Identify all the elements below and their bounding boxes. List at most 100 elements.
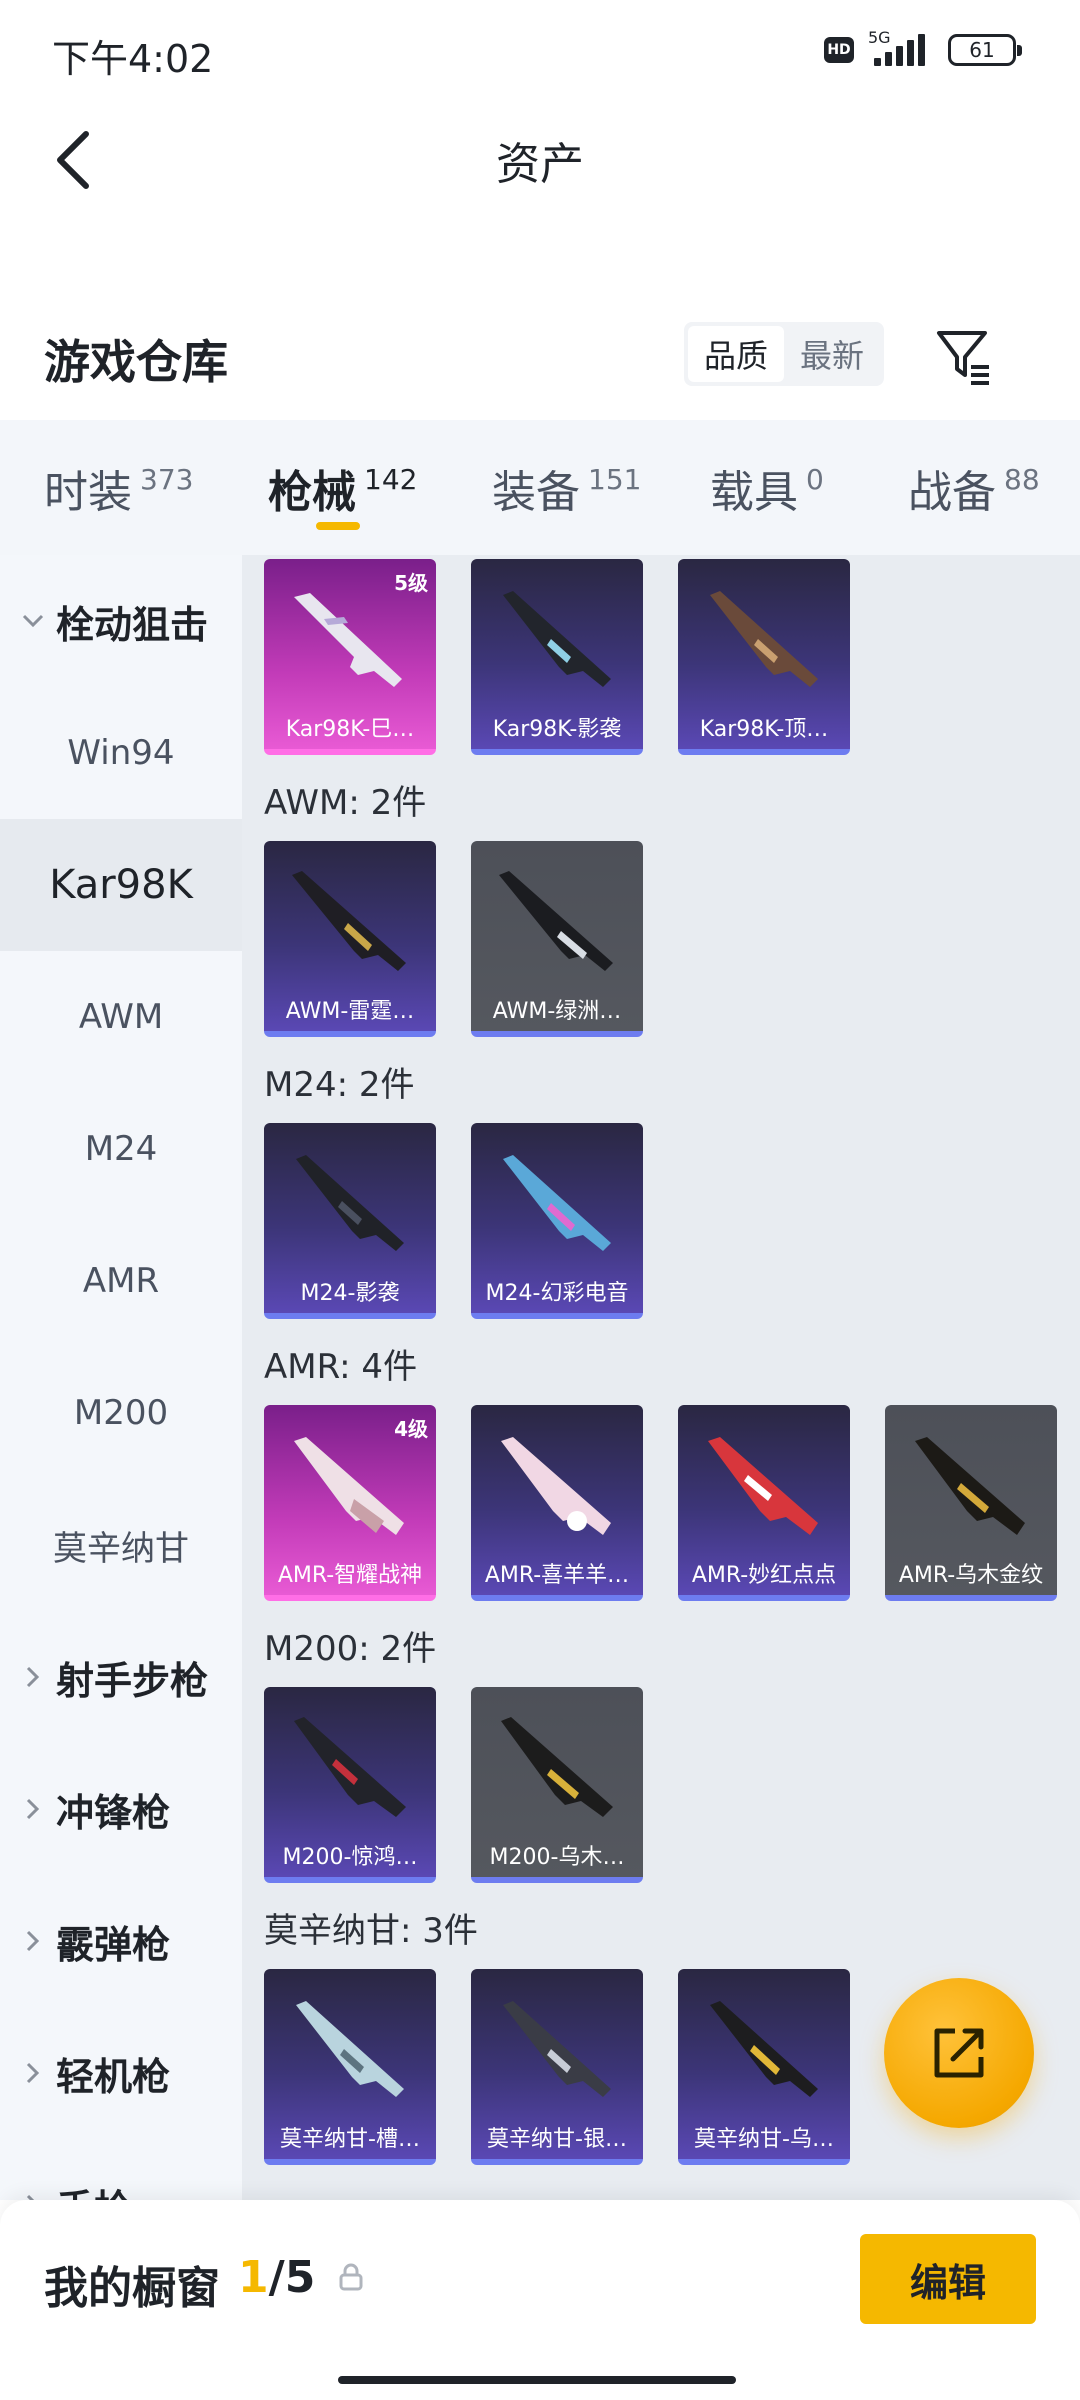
- sort-option-quality[interactable]: 品质: [688, 326, 784, 382]
- rifle-icon: [915, 1437, 1025, 1535]
- filter-button[interactable]: [928, 320, 998, 390]
- tab-label: 装备: [492, 466, 580, 518]
- signal-icon: 5G: [866, 28, 936, 70]
- item-card[interactable]: Kar98K-顶…: [678, 559, 850, 755]
- item-card[interactable]: AWM-绿洲…: [471, 841, 643, 1037]
- sidebar-item-win94[interactable]: Win94: [0, 687, 242, 819]
- item-card[interactable]: AWM-雷霆…: [264, 841, 436, 1037]
- tab-label: 时装: [44, 466, 132, 518]
- chevron-right-icon: [16, 1660, 50, 1694]
- showcase-count-total: /5: [268, 2252, 316, 2303]
- tab-fashion[interactable]: 时装 373: [44, 420, 193, 555]
- item-card[interactable]: AMR-喜羊羊…: [471, 1405, 643, 1601]
- rifle-icon: [294, 1717, 406, 1817]
- rifle-icon: [710, 2001, 818, 2097]
- rifle-icon: [292, 871, 406, 971]
- item-card[interactable]: M200-乌木…: [471, 1687, 643, 1883]
- chevron-right-icon: [16, 1792, 50, 1826]
- rifle-icon: [503, 2001, 611, 2097]
- status-time: 下午4:02: [52, 37, 214, 81]
- sidebar-category-pistol[interactable]: 手枪: [0, 2139, 242, 2200]
- tab-firearms[interactable]: 枪械 142: [268, 420, 417, 555]
- chevron-right-icon: [16, 1924, 50, 1958]
- top-nav: 资产: [0, 100, 1080, 220]
- sidebar-item-kar98k[interactable]: Kar98K: [0, 819, 242, 951]
- item-name: Kar98K-巳…: [285, 717, 415, 742]
- battery-icon: 61: [948, 34, 1022, 66]
- chevron-right-icon: [16, 2056, 50, 2090]
- tab-equipment[interactable]: 装备 151: [492, 420, 641, 555]
- sidebar-category-label: 栓动狙击: [56, 602, 209, 647]
- item-card[interactable]: AMR-妙红点点: [678, 1405, 850, 1601]
- showcase-count: 1/5: [238, 2252, 315, 2303]
- level-badge: 5级: [394, 571, 428, 595]
- hd-icon: HD: [824, 37, 854, 63]
- item-name: Kar98K-影袭: [492, 717, 622, 742]
- item-card[interactable]: 莫辛纳甘-槽…: [264, 1969, 436, 2165]
- item-name: M24-幻彩电音: [485, 1281, 629, 1306]
- edit-button[interactable]: 编辑: [860, 2234, 1036, 2324]
- sidebar-item-awm[interactable]: AWM: [0, 951, 242, 1083]
- item-name: 莫辛纳甘-银…: [487, 2127, 627, 2152]
- item-name: 莫辛纳甘-乌…: [694, 2127, 834, 2152]
- tab-label: 载具: [710, 466, 798, 518]
- sidebar-item-amr[interactable]: AMR: [0, 1215, 242, 1347]
- item-name: Kar98K-顶…: [699, 717, 829, 742]
- sidebar-item-m200[interactable]: M200: [0, 1347, 242, 1479]
- sidebar-category-marksman-rifle[interactable]: 射手步枪: [0, 1611, 242, 1743]
- group-label: M200: 2件: [264, 1629, 437, 1669]
- item-name: M200-惊鸿…: [282, 1845, 418, 1870]
- sidebar-category-label: 射手步枪: [56, 1658, 209, 1703]
- showcase-title: 我的橱窗: [44, 2263, 220, 2314]
- category-tabs: 时装 373 枪械 142 装备 151 载具 0 战备 88: [0, 420, 1080, 555]
- level-badge: 4级: [394, 1417, 428, 1441]
- sidebar-category-label: 霰弹枪: [56, 1922, 171, 1967]
- item-card[interactable]: M200-惊鸿…: [264, 1687, 436, 1883]
- rifle-icon: [710, 591, 818, 687]
- sidebar: 栓动狙击 Win94 Kar98K AWM M24 AMR M200 莫辛纳甘 …: [0, 555, 242, 2200]
- tab-count: 0: [806, 463, 824, 496]
- sidebar-category-shotgun[interactable]: 霰弹枪: [0, 1875, 242, 2007]
- item-card[interactable]: M24-影袭: [264, 1123, 436, 1319]
- sort-toggle: 品质 最新: [684, 322, 884, 386]
- item-name: AMR-喜羊羊…: [484, 1563, 630, 1588]
- tab-label: 战备: [908, 466, 996, 518]
- active-tab-indicator: [316, 522, 360, 530]
- share-fab-button[interactable]: [884, 1978, 1034, 2128]
- showcase-bar: 我的橱窗 1/5 编辑: [0, 2200, 1080, 2400]
- item-card[interactable]: 5级 Kar98K-巳…: [264, 559, 436, 755]
- group-label: AWM: 2件: [264, 783, 427, 823]
- sidebar-category-smg[interactable]: 冲锋枪: [0, 1743, 242, 1875]
- item-card[interactable]: 4级 AMR-智耀战神: [264, 1405, 436, 1601]
- tab-vehicles[interactable]: 载具 0: [710, 420, 824, 555]
- item-name: AMR-妙红点点: [691, 1563, 837, 1588]
- tab-gear[interactable]: 战备 88: [908, 420, 1040, 555]
- home-indicator[interactable]: [338, 2376, 736, 2384]
- lock-icon: [339, 2263, 363, 2291]
- sidebar-category-lmg[interactable]: 轻机枪: [0, 2007, 242, 2139]
- chevron-down-icon: [16, 604, 50, 638]
- section-header: 游戏仓库 品质 最新: [0, 300, 1080, 420]
- item-name: AMR-乌木金纹: [898, 1563, 1044, 1588]
- sidebar-category-bolt-action[interactable]: 栓动狙击: [0, 555, 242, 687]
- item-card[interactable]: 莫辛纳甘-银…: [471, 1969, 643, 2165]
- rifle-icon: [501, 1437, 611, 1535]
- tab-count: 373: [140, 463, 194, 496]
- item-card[interactable]: AMR-乌木金纹: [885, 1405, 1057, 1601]
- group-label: AMR: 4件: [264, 1347, 418, 1387]
- item-card[interactable]: 莫辛纳甘-乌…: [678, 1969, 850, 2165]
- sidebar-category-label: 手枪: [56, 2178, 132, 2201]
- rifle-icon: [294, 1437, 404, 1535]
- status-icons: HD 5G 61: [824, 28, 1022, 70]
- sidebar-item-m24[interactable]: M24: [0, 1083, 242, 1215]
- sidebar-item-mosin-nagant[interactable]: 莫辛纳甘: [0, 1479, 242, 1611]
- sort-option-newest[interactable]: 最新: [784, 326, 880, 382]
- sidebar-category-label: 轻机枪: [56, 2054, 171, 2099]
- item-card[interactable]: M24-幻彩电音: [471, 1123, 643, 1319]
- rifle-icon: [708, 1437, 818, 1535]
- tab-count: 142: [364, 463, 418, 496]
- rifle-icon: [296, 2001, 404, 2097]
- page-title: 资产: [496, 139, 584, 190]
- item-card[interactable]: Kar98K-影袭: [471, 559, 643, 755]
- tab-label: 枪械: [268, 466, 356, 518]
